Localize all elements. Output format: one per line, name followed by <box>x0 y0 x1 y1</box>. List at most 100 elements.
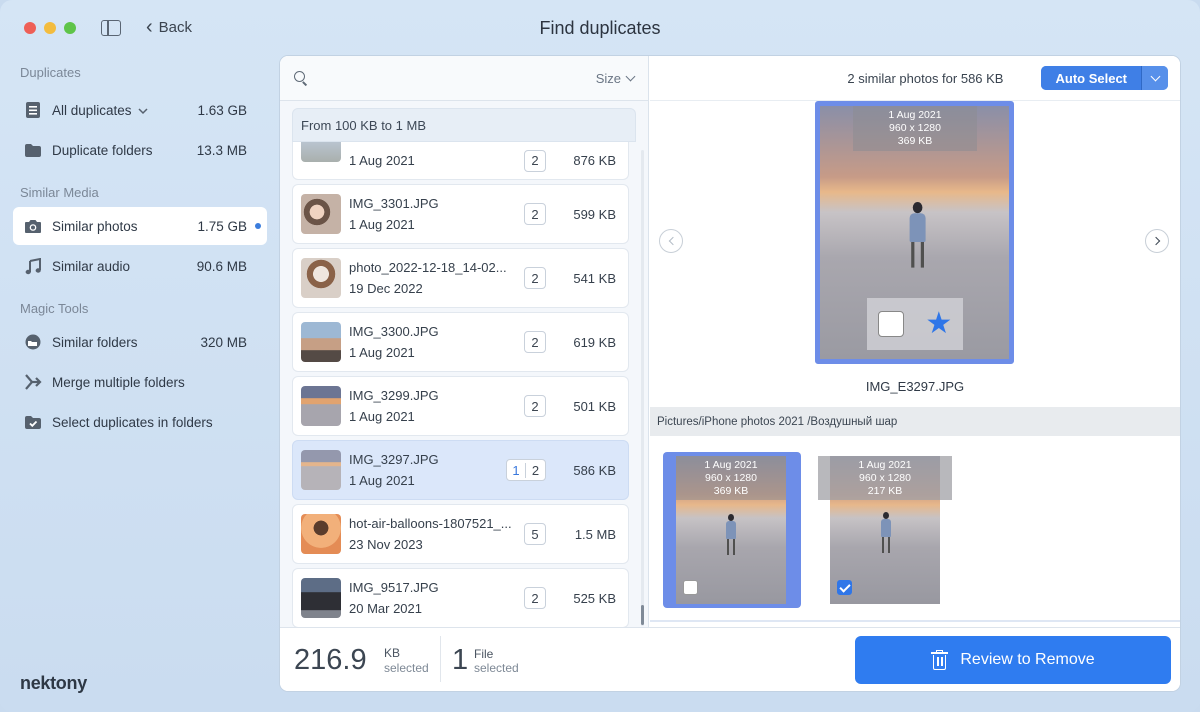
item-name: IMG_3297.JPG <box>349 452 439 467</box>
sidebar-section-similar-media: Similar Media <box>20 185 99 200</box>
sidebar-item-similar-folders[interactable]: Similar folders 320 MB <box>13 323 267 361</box>
item-date: 1 Aug 2021 <box>349 153 415 168</box>
selected-files-count: 1 <box>452 644 469 676</box>
photo-size: 369 KB <box>713 485 749 497</box>
photo-dimensions: 960 x 1280 <box>859 472 911 484</box>
chevron-right-icon <box>1151 236 1160 246</box>
sidebar-item-merge-folders[interactable]: Merge multiple folders <box>13 363 267 401</box>
thumbnail-card[interactable]: 1 Aug 2021 960 x 1280 217 KB <box>818 452 952 608</box>
total-count: 2 <box>531 462 540 478</box>
document-list-icon <box>23 100 43 120</box>
camera-icon <box>23 216 43 236</box>
auto-select-dropdown[interactable] <box>1142 66 1168 90</box>
sidebar-item-label: Duplicate folders <box>52 142 153 158</box>
count-badge: 1 2 <box>506 459 546 481</box>
main-photo-preview[interactable]: 1 Aug 2021 960 x 1280 369 KB ★ <box>815 101 1014 364</box>
list-item[interactable]: 1 Aug 2021 2 876 KB <box>292 142 629 180</box>
sidebar-item-select-duplicates-in-folders[interactable]: Select duplicates in folders <box>13 403 267 441</box>
group-header: From 100 KB to 1 MB <box>292 108 636 142</box>
thumbnail-image-wrapper: 1 Aug 2021 960 x 1280 369 KB <box>676 456 786 604</box>
duplicates-list-pane: Size From 100 KB to 1 MB 1 Aug 2021 2 87… <box>280 56 649 627</box>
item-name: hot-air-balloons-1807521_... <box>349 516 512 531</box>
item-size: 501 KB <box>573 398 616 414</box>
footer-divider <box>440 636 441 682</box>
review-button-label: Review to Remove <box>960 651 1095 668</box>
item-date: 1 Aug 2021 <box>349 409 415 424</box>
photo-thumbnail <box>301 322 341 362</box>
sidebar-item-size: 1.75 GB <box>197 218 247 234</box>
sidebar-item-label: Similar audio <box>52 258 131 274</box>
folder-icon <box>23 140 43 160</box>
search-icon[interactable] <box>294 71 308 85</box>
count-badge: 2 <box>524 267 546 289</box>
list-item[interactable]: photo_2022-12-18_14-02... 19 Dec 2022 2 … <box>292 248 629 308</box>
thumbnail-checkbox-checked[interactable] <box>837 580 852 595</box>
sort-dropdown[interactable]: Size <box>596 71 636 86</box>
auto-select-label[interactable]: Auto Select <box>1041 66 1142 90</box>
nektony-logo: nektony <box>20 673 87 693</box>
photo-thumbnail <box>301 142 341 162</box>
item-name: IMG_3300.JPG <box>349 324 439 339</box>
chevron-down-icon <box>1150 71 1160 81</box>
trash-icon <box>931 650 949 670</box>
sidebar-section-duplicates: Duplicates <box>20 65 81 80</box>
item-date: 23 Nov 2023 <box>349 537 423 552</box>
item-date: 1 Aug 2021 <box>349 217 415 232</box>
photo-info-overlay: 1 Aug 2021 960 x 1280 217 KB <box>818 456 952 500</box>
item-size: 525 KB <box>573 590 616 606</box>
auto-select-button[interactable]: Auto Select <box>1041 66 1168 90</box>
list-item[interactable]: IMG_3299.JPG 1 Aug 2021 2 501 KB <box>292 376 629 436</box>
search-input[interactable] <box>318 70 596 86</box>
count-badge: 2 <box>524 149 546 172</box>
photo-info-overlay: 1 Aug 2021 960 x 1280 369 KB <box>853 106 977 151</box>
main-photo-name: IMG_E3297.JPG <box>865 379 965 394</box>
list-toolbar: Size <box>280 56 648 101</box>
list-item[interactable]: IMG_3300.JPG 1 Aug 2021 2 619 KB <box>292 312 629 372</box>
item-size: 619 KB <box>573 334 616 350</box>
merge-icon <box>23 372 43 392</box>
photo-size: 217 KB <box>867 485 903 497</box>
sidebar-section-magic-tools: Magic Tools <box>20 301 89 316</box>
list-item-selected[interactable]: IMG_3297.JPG 1 Aug 2021 1 2 586 KB <box>292 440 629 500</box>
item-name: photo_2022-12-18_14-02... <box>349 260 507 275</box>
similar-count-label: 2 similar photos for 586 KB <box>847 70 1004 86</box>
previous-photo-button[interactable] <box>659 229 683 253</box>
list-item[interactable]: IMG_9517.JPG 20 Mar 2021 2 525 KB <box>292 568 629 627</box>
sidebar-item-size: 320 MB <box>200 334 247 350</box>
list-item[interactable]: hot-air-balloons-1807521_... 23 Nov 2023… <box>292 504 629 564</box>
sidebar-item-label: Similar photos <box>52 218 138 234</box>
photo-thumbnail <box>301 258 341 298</box>
next-photo-button[interactable] <box>1145 229 1169 253</box>
count-badge: 2 <box>524 203 546 225</box>
sidebar-item-similar-photos[interactable]: Similar photos 1.75 GB <box>13 207 267 245</box>
chevron-down-icon <box>625 71 636 81</box>
item-size: 541 KB <box>573 270 616 286</box>
sidebar-item-all-duplicates[interactable]: All duplicates 1.63 GB <box>13 91 267 129</box>
chevron-down-icon[interactable] <box>138 103 148 118</box>
photo-date: 1 Aug 2021 <box>888 109 942 121</box>
review-to-remove-button[interactable]: Review to Remove <box>855 636 1171 684</box>
list-scrollbar[interactable] <box>641 150 644 626</box>
selected-size-value: 216.9 <box>294 644 367 676</box>
thumbnail-checkbox[interactable] <box>683 580 698 595</box>
similar-folders-icon <box>23 332 43 352</box>
sidebar-item-similar-audio[interactable]: Similar audio 90.6 MB <box>13 247 267 285</box>
list-scrollbar-thumb[interactable] <box>641 605 644 625</box>
list-item[interactable]: IMG_3301.JPG 1 Aug 2021 2 599 KB <box>292 184 629 244</box>
main-panel: Size From 100 KB to 1 MB 1 Aug 2021 2 87… <box>280 56 1180 691</box>
duplicates-list: 1 Aug 2021 2 876 KB IMG_3301.JPG 1 Aug 2… <box>292 142 629 627</box>
select-photo-checkbox[interactable] <box>877 311 904 337</box>
item-size: 1.5 MB <box>574 526 616 542</box>
star-icon[interactable]: ★ <box>925 309 952 339</box>
preview-pane: 2 similar photos for 586 KB Auto Select … <box>650 56 1180 627</box>
music-note-icon <box>23 256 43 276</box>
strip-divider <box>650 620 1180 622</box>
selected-size-unit: KB <box>384 646 401 660</box>
app-window: ‹ Back Find duplicates Duplicates All du… <box>0 0 1200 712</box>
thumbnail-card-active[interactable]: 1 Aug 2021 960 x 1280 369 KB <box>663 452 801 608</box>
photo-thumbnail <box>301 578 341 618</box>
item-date: 1 Aug 2021 <box>349 345 415 360</box>
photo-action-box: ★ <box>867 298 963 350</box>
count-badge: 5 <box>524 523 546 545</box>
sidebar-item-duplicate-folders[interactable]: Duplicate folders 13.3 MB <box>13 131 267 169</box>
